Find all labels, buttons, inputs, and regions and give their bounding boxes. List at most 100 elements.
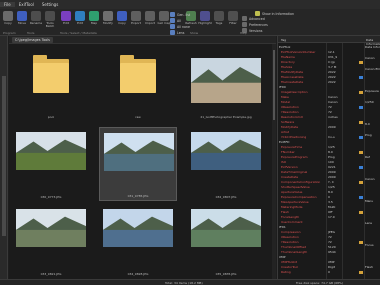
ribbon-right-item[interactable]: Advanced: [242, 16, 265, 21]
tag-column-header[interactable]: Tag: [281, 38, 286, 42]
ribbon-button-edit[interactable]: Edit: [73, 11, 87, 25]
tag-status-icon: [359, 166, 363, 169]
ribbon-button-edit[interactable]: Edit: [59, 11, 73, 25]
image-tile[interactable]: 032_9807.JPG: [187, 127, 265, 201]
data-information-text: 8.0: [365, 122, 370, 126]
image-tile[interactable]: 035_9835.JPG: [187, 204, 265, 278]
tile-caption: 031_9785.JPG: [127, 194, 149, 198]
right-item-label: Versions: [249, 28, 263, 33]
tag-name: ShutterSpeedValue: [281, 185, 310, 189]
path-tab[interactable]: C:\jpeg\Images Tools: [12, 36, 53, 43]
tag-value: Multi: [328, 205, 336, 209]
folder-tile[interactable]: raw: [99, 47, 177, 121]
tag-value: 5120: [328, 245, 336, 249]
ribbon-button-rename[interactable]: Rename: [29, 11, 43, 25]
ribbon-icon: [117, 11, 127, 21]
data-information-text: Data Informatio: [365, 45, 380, 49]
tag-value: 3.7 M: [328, 65, 337, 69]
tag-name: UserComment: [281, 220, 303, 224]
ribbon-small-item[interactable]: Lens: [170, 30, 184, 35]
image-tile[interactable]: 034_9828.JPG: [99, 204, 177, 278]
folder-tile[interactable]: pool: [12, 47, 90, 121]
tag-value: 17.0: [328, 215, 335, 219]
tag-name: CreatorTool: [281, 265, 299, 269]
ribbon-button-copy[interactable]: Copy: [1, 11, 15, 25]
ribbon-icon: [131, 11, 141, 21]
tag-status-icon: [359, 91, 363, 94]
ribbon-button-highlight[interactable]: Highlight: [198, 11, 212, 25]
ribbon-button-label: Tools Batch: [45, 21, 55, 29]
menu-settings[interactable]: Settings: [38, 2, 62, 7]
ribbon-icon: [89, 11, 99, 21]
tag-value: Y, C: [328, 180, 334, 184]
tag-value: 100: [328, 160, 334, 164]
tile-caption: raw: [135, 115, 141, 119]
ribbon-button-copy[interactable]: Copy: [115, 11, 129, 25]
tag-name: Compression: [281, 230, 301, 234]
ribbon-button-label: Get map: [157, 21, 171, 25]
tag-name: ExposureTime: [281, 145, 303, 149]
folder-icon: [33, 55, 69, 93]
tag-name: YResolution: [281, 240, 299, 244]
left-scroll-strip[interactable]: [0, 36, 8, 279]
tag-status-icon: [359, 211, 363, 214]
tag-value: 8.0: [328, 150, 333, 154]
ribbon-icon: [214, 11, 224, 21]
tag-value: Canon: [328, 95, 338, 99]
tag-name: FileName: [281, 55, 295, 59]
ribbon-button-label: Copy: [118, 21, 126, 25]
menu-exiftool[interactable]: ExifTool: [15, 2, 38, 7]
menu-file[interactable]: File: [0, 2, 15, 7]
ribbon-button-export[interactable]: Export: [129, 11, 143, 25]
ribbon-small-item[interactable]: All: [170, 18, 181, 23]
metadata-panel: Tag Data Informatio ExifTool ExifToolVers…: [277, 36, 380, 279]
image-tile[interactable]: 21_GolfPhotographer Example.jpg: [187, 47, 265, 121]
ribbon-button-filter[interactable]: Filter: [226, 11, 240, 25]
content-scrollbar[interactable]: [272, 44, 276, 279]
tag-value: C:/jp: [328, 60, 335, 64]
ribbon-button-import[interactable]: Import: [143, 11, 157, 25]
tag-name: CreateDate: [281, 175, 299, 179]
tag-name: YResolution: [281, 110, 299, 114]
ribbon-icon: [159, 11, 169, 21]
left-scrollbar-thumb[interactable]: [2, 76, 6, 236]
content-scrollbar-thumb[interactable]: [273, 50, 275, 120]
tag-name: ThumbnailLength: [281, 250, 308, 254]
tag-value: 2009: [328, 125, 336, 129]
image-tile[interactable]: 030_9773.JPG: [12, 127, 90, 201]
tag-status-icon: [359, 196, 363, 199]
ribbon-button-move[interactable]: Move: [15, 11, 29, 25]
ribbon-button-get-map[interactable]: Get map: [157, 11, 171, 25]
ribbon-button-tools-batch[interactable]: Tools Batch: [43, 11, 57, 29]
show-in-information[interactable]: Show in Information: [255, 11, 294, 16]
image-tile[interactable]: 031_9785.JPG: [99, 127, 177, 201]
ribbon-small-item[interactable]: Gen. list: [170, 12, 190, 17]
ribbon-right-item[interactable]: Preferences: [242, 22, 268, 27]
data-information-text: Flash: [365, 265, 373, 269]
data-information-text: Focus: [365, 243, 374, 247]
ribbon-button-map[interactable]: Map: [87, 11, 101, 25]
file-browser: C:\jpeg\Images Tools pool raw 21_GolfPhoto…: [9, 36, 276, 279]
ribbon-toolbar: Copy Move Rename Tools Batch Edit Edit Map Modi…: [0, 9, 380, 36]
photo-thumbnail: [191, 132, 261, 170]
ribbon-button-modify[interactable]: Modify: [101, 11, 115, 25]
tag-value: 1/25: [328, 185, 335, 189]
photo-thumbnail: [103, 209, 173, 247]
tile-caption: 030_9773.JPG: [40, 195, 62, 199]
image-tile[interactable]: 033_9821.JPG: [12, 204, 90, 278]
ribbon-small-item[interactable]: All none: [170, 24, 190, 29]
tag-name: IFD1: [279, 225, 286, 229]
tag-name: ComponentsConfiguration: [281, 180, 321, 184]
ribbon-button-tags[interactable]: Tags: [212, 11, 226, 25]
status-item-count: Total: 34 items (18.2 MB): [165, 281, 203, 285]
tag-status-icon: [359, 241, 363, 244]
tag-name: Software: [281, 120, 295, 124]
tag-name: FileSize: [281, 65, 293, 69]
tag-name: ExifVersion: [281, 165, 298, 169]
tag-name: ExposureProgram: [281, 155, 308, 159]
tag-value: 2009: [328, 175, 336, 179]
tile-caption: 033_9821.JPG: [40, 272, 62, 276]
tag-row[interactable]: Rating 0: [278, 270, 342, 275]
tag-status-icon: [359, 136, 363, 139]
tag-status-icon: [359, 121, 363, 124]
